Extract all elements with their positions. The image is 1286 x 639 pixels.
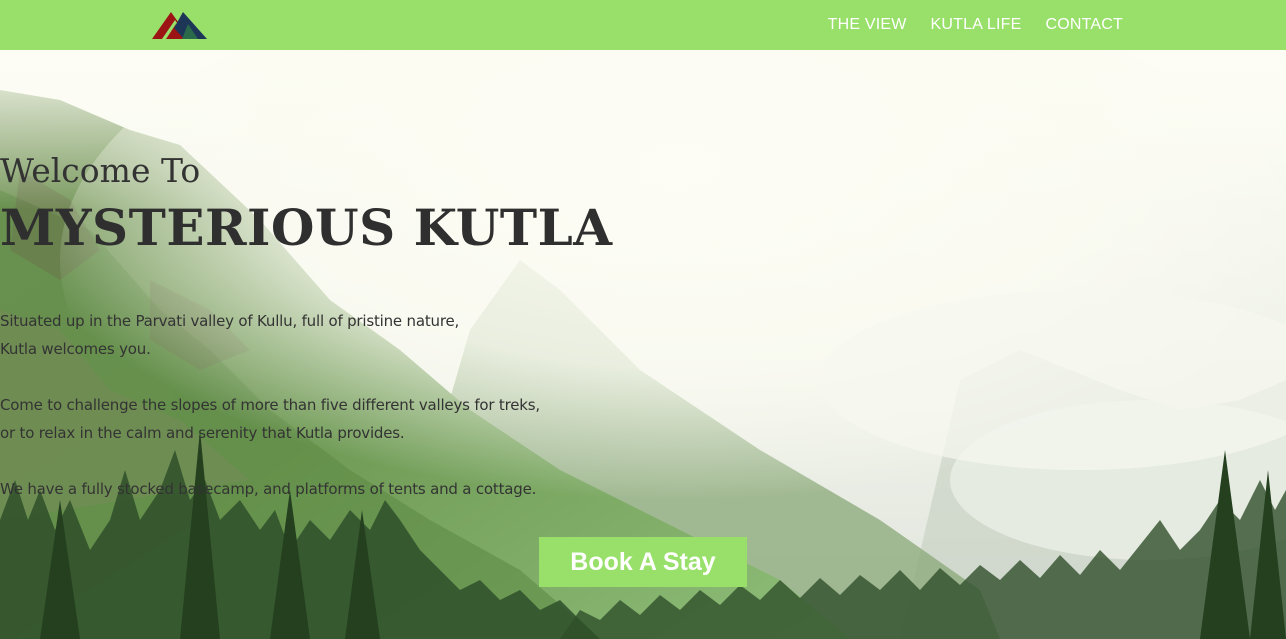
basecamp-paragraph: We have a fully stocked basecamp, and pl… (0, 475, 1286, 503)
treks-paragraph: Come to challenge the slopes of more tha… (0, 391, 1286, 447)
nav-link-kutla-life[interactable]: KUTLA LIFE (931, 16, 1022, 34)
nav-links: THE VIEW KUTLA LIFE CONTACT (828, 0, 1123, 50)
hero-section: Welcome To MYSTERIOUS KUTLA Situated up … (0, 50, 1286, 639)
intro-line-2: Kutla welcomes you. (0, 340, 151, 358)
book-a-stay-button[interactable]: Book A Stay (539, 537, 747, 587)
intro-line-1: Situated up in the Parvati valley of Kul… (0, 312, 460, 330)
mountain-logo-icon[interactable] (152, 10, 208, 40)
treks-line-2: or to relax in the calm and serenity tha… (0, 424, 405, 442)
treks-line-1: Come to challenge the slopes of more tha… (0, 396, 540, 414)
basecamp-line-1: We have a fully stocked basecamp, and pl… (0, 480, 537, 498)
navbar: THE VIEW KUTLA LIFE CONTACT (0, 0, 1286, 50)
nav-link-the-view[interactable]: THE VIEW (828, 16, 907, 34)
page-title: MYSTERIOUS KUTLA (0, 198, 613, 257)
welcome-heading: Welcome To (0, 151, 201, 190)
nav-link-contact[interactable]: CONTACT (1045, 16, 1123, 34)
intro-paragraph: Situated up in the Parvati valley of Kul… (0, 307, 1286, 363)
